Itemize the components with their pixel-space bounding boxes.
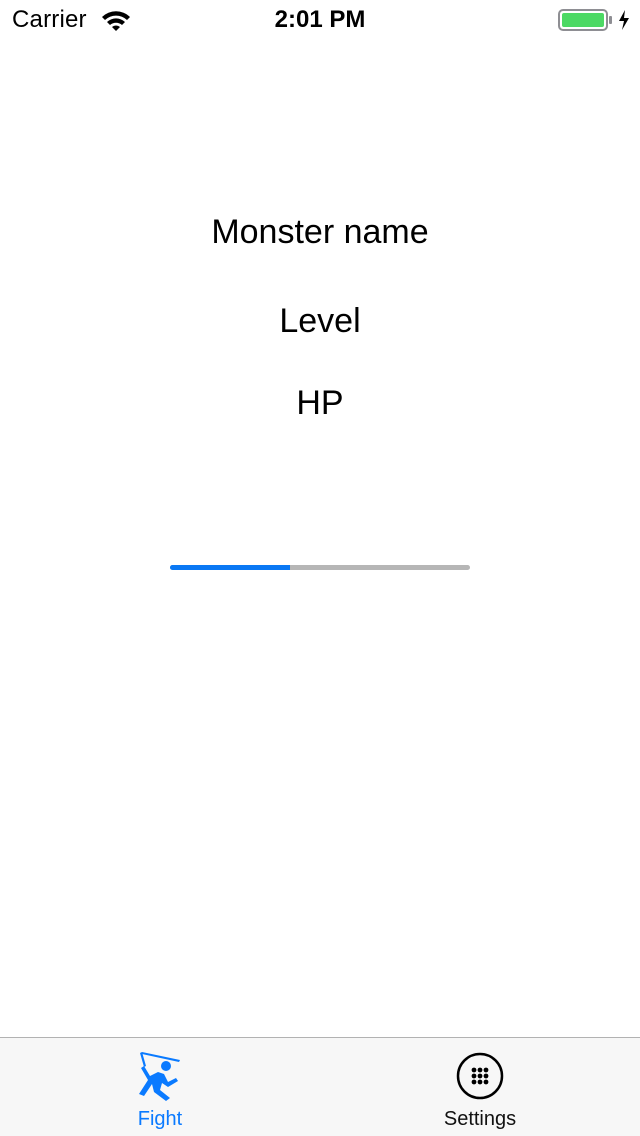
tab-settings-label: Settings (443, 1108, 517, 1130)
status-time: 2:01 PM (274, 6, 366, 33)
hp-progress-bar (170, 565, 470, 570)
hp-progress-fill (170, 565, 290, 570)
level-label: Level (279, 302, 361, 340)
hp-label: HP (296, 384, 344, 422)
tab-fight[interactable]: Fight (0, 1038, 320, 1136)
fighter-icon (139, 1052, 180, 1101)
tab-settings[interactable]: Settings (320, 1038, 640, 1136)
settings-dots-icon (456, 1052, 504, 1100)
tab-fight-label: Fight (137, 1108, 183, 1130)
charging-bolt-icon (619, 10, 629, 30)
monster-name-label: Monster name (211, 213, 429, 251)
battery-icon (558, 9, 612, 31)
status-bar: Carrier 2:01 PM (0, 0, 640, 40)
tab-bar: Fight Settings (0, 1037, 640, 1136)
